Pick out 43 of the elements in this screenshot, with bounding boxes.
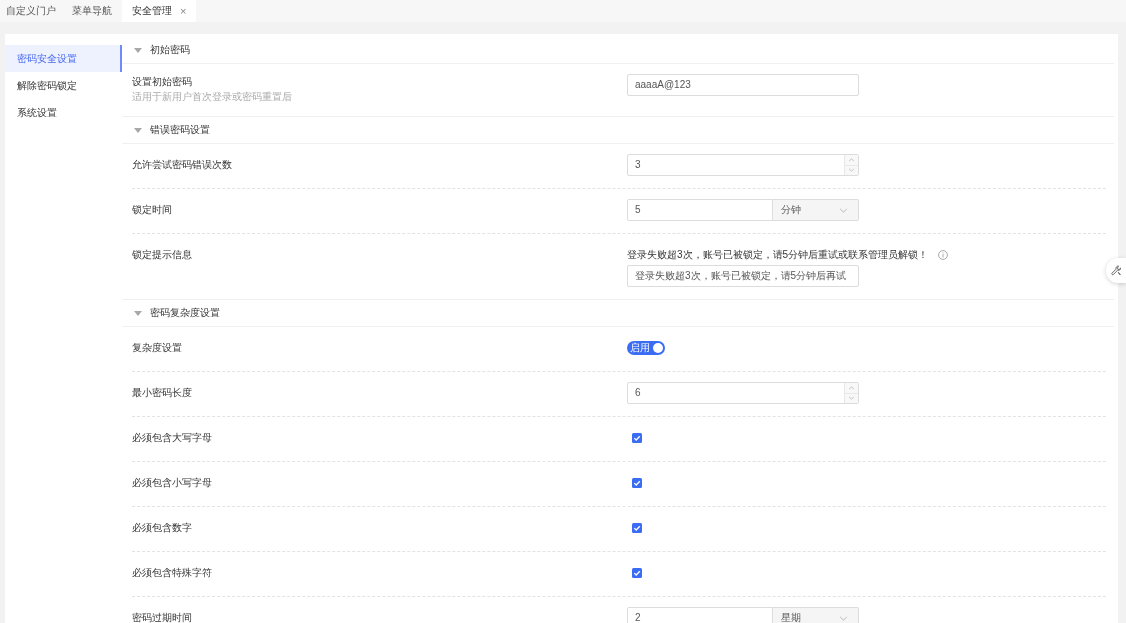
field-label: 设置初始密码 [132,75,193,89]
number-field[interactable]: 2 [627,607,773,623]
field-label: 允许尝试密码错误次数 [132,158,233,172]
field-label: 密码过期时间 [132,611,193,623]
number-field[interactable]: 5 [627,199,773,221]
section-header[interactable]: 初始密码 [122,36,1114,64]
wrench-icon [1110,265,1122,276]
chevron-down-icon [839,615,848,621]
sidebar-item[interactable]: 解除密码锁定 [5,72,122,99]
section-header[interactable]: 错误密码设置 [122,116,1114,144]
field-label: 锁定提示信息 [132,248,193,262]
chevron-up-icon [848,157,855,162]
chevron-down-icon [839,207,848,213]
sidebar-item[interactable]: 系统设置 [5,99,122,126]
unit-select[interactable]: 星期 [773,607,859,623]
tab[interactable]: 菜单导航 [66,0,118,22]
text-field[interactable]: aaaaA@123 [627,74,859,96]
field-label: 必须包含大写字母 [132,431,213,445]
sidebar-item[interactable]: 密码安全设置 [5,45,122,72]
info-icon[interactable] [938,250,949,260]
checkbox[interactable] [632,433,642,443]
checkbox[interactable] [632,478,642,488]
section-header[interactable]: 密码复杂度设置 [122,299,1114,327]
tab[interactable]: 安全管理 × [122,0,197,22]
chevron-up-icon [848,385,855,390]
checkbox[interactable] [632,568,642,578]
chevron-down-icon [848,396,855,401]
field-hint: 适用于新用户首次登录或密码重置后 [132,90,293,104]
unit-select[interactable]: 分钟 [773,199,859,221]
chevron-down-icon [848,168,855,173]
message-preview: 登录失败超3次，账号已被锁定，请5分钟后重试或联系管理员解锁！ [627,248,929,262]
tab[interactable]: 自定义门户 [0,0,62,22]
text-field[interactable]: 登录失败超3次，账号已被锁定，请5分钟后再试 [627,265,859,287]
field-label: 最小密码长度 [132,386,193,400]
close-button[interactable]: × [180,5,187,17]
field-label: 必须包含数字 [132,521,193,535]
field-label: 必须包含小写字母 [132,476,213,490]
field-label: 必须包含特殊字符 [132,566,213,580]
field-label: 锁定时间 [132,203,173,217]
field-label: 复杂度设置 [132,341,183,355]
switch-knob-icon [653,343,663,353]
checkbox[interactable] [632,523,642,533]
toggle-switch[interactable]: 启用 [627,341,665,355]
